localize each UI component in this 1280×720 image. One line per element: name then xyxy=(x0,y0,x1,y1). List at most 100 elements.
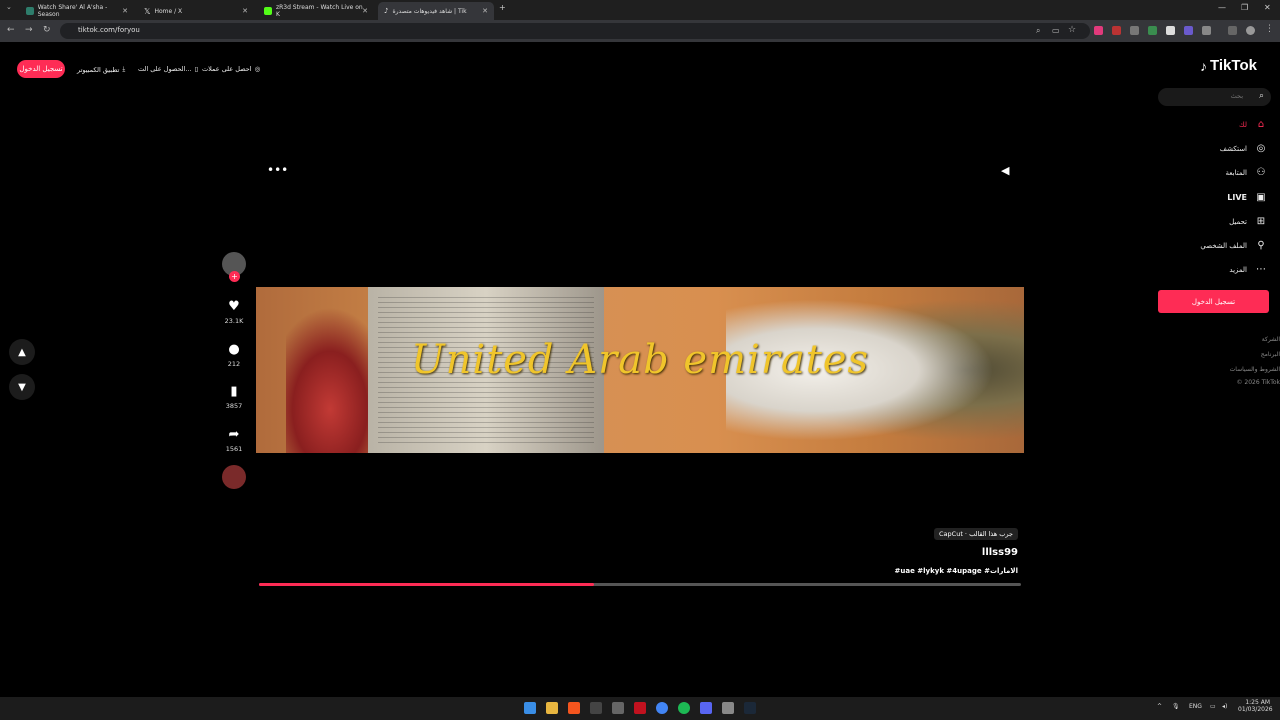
capcut-template-badge[interactable]: CapCut · جرب هذا القالب xyxy=(934,528,1018,540)
nav-item-live[interactable]: LIVE ▣ xyxy=(1227,192,1267,203)
app-icon[interactable] xyxy=(612,702,624,714)
extensions-puzzle-icon[interactable] xyxy=(1202,26,1211,35)
steam-icon[interactable] xyxy=(744,702,756,714)
menu-kebab-icon[interactable]: ⋮ xyxy=(1265,24,1274,34)
back-icon[interactable]: ← xyxy=(7,25,15,35)
browser-tab-bar: ⌄ Watch Share' Al A'sha - Season ✕ 𝕏 Hom… xyxy=(0,0,1280,20)
like-action[interactable]: ♥ 23.1K xyxy=(221,295,247,326)
extension-icon[interactable] xyxy=(1184,26,1193,35)
tray-chevron-icon[interactable]: ^ xyxy=(1157,703,1162,710)
login-button-sidebar[interactable]: تسجيل الدخول xyxy=(1158,290,1269,313)
extension-icon[interactable] xyxy=(1130,26,1139,35)
nav-item-profile[interactable]: الملف الشخصي ⚲ xyxy=(1200,240,1267,251)
nav-item-more[interactable]: المزيد ⋯ xyxy=(1229,264,1267,275)
music-disc[interactable] xyxy=(221,465,247,489)
share-action[interactable]: ➦ 1561 xyxy=(221,423,247,454)
search-icon[interactable]: ⌕ xyxy=(1259,91,1264,101)
extension-icon[interactable] xyxy=(1112,26,1121,35)
tab-search-icon[interactable]: ⌄ xyxy=(6,3,12,11)
get-coins-link[interactable]: احصل على عملات ◎ xyxy=(202,65,260,73)
avatar-icon[interactable] xyxy=(1246,26,1255,35)
next-video-button[interactable]: ▼ xyxy=(9,374,35,400)
follow-plus-icon[interactable]: + xyxy=(229,271,240,282)
creator-avatar[interactable]: + xyxy=(221,252,247,282)
close-window-icon[interactable]: ✕ xyxy=(1264,3,1271,12)
previous-video-button[interactable]: ▲ xyxy=(9,339,35,365)
login-button-top[interactable]: تسجيل الدخول xyxy=(17,60,65,78)
app-icon[interactable] xyxy=(590,702,602,714)
share-arrow-icon[interactable]: ➦ xyxy=(221,423,247,445)
address-bar[interactable]: tiktok.com/foryou xyxy=(60,23,1090,39)
search-input[interactable]: بحث ⌕ xyxy=(1158,88,1271,106)
maximize-icon[interactable]: ❐ xyxy=(1241,3,1248,12)
footer-company-link[interactable]: الشركة xyxy=(1262,336,1280,343)
browser-tab[interactable]: zR3d Stream - Watch Live on K ✕ xyxy=(258,2,374,20)
network-icon[interactable]: ▭ xyxy=(1210,703,1216,710)
cast-icon[interactable]: ▭ xyxy=(1052,26,1060,35)
app-icon[interactable] xyxy=(722,702,734,714)
video-more-options-icon[interactable]: ••• xyxy=(267,163,288,177)
nav-label: المتابعة xyxy=(1225,168,1247,177)
footer-copyright: © 2026 TikTok xyxy=(1236,379,1280,386)
app-icon[interactable] xyxy=(634,702,646,714)
extension-icon[interactable] xyxy=(1166,26,1175,35)
save-action[interactable]: ▮ 3857 xyxy=(221,380,247,411)
chevron-down-icon: ▼ xyxy=(18,381,26,393)
avatar[interactable]: + xyxy=(222,252,246,282)
browser-tab-active[interactable]: ♪ شاهد فيديوهات متصدرة | Tik ✕ xyxy=(378,2,494,20)
nav-item-following[interactable]: المتابعة ⚇ xyxy=(1226,167,1267,178)
url-text: tiktok.com/foryou xyxy=(78,26,140,34)
close-tab-icon[interactable]: ✕ xyxy=(122,7,128,15)
forward-icon[interactable]: → xyxy=(25,25,33,35)
close-tab-icon[interactable]: ✕ xyxy=(242,7,248,15)
clock[interactable]: 1:25 AM 01/03/2026 xyxy=(1238,699,1273,713)
reload-icon[interactable]: ↻ xyxy=(43,25,51,35)
volume-icon[interactable]: ◀ xyxy=(1001,164,1009,177)
video-hashtags[interactable]: #uae #lykyk #4upage #الامارات xyxy=(895,567,1018,575)
comment-icon[interactable]: ● xyxy=(221,338,247,360)
close-tab-icon[interactable]: ✕ xyxy=(482,7,488,15)
tiktok-logo[interactable]: ♪ TikTok xyxy=(1200,57,1257,74)
desktop-app-label: تطبيق الكمبيوتر xyxy=(77,65,120,74)
bookmark-icon[interactable]: ▮ xyxy=(221,380,247,402)
video-author[interactable]: lllss99 xyxy=(982,547,1018,558)
extension-icon[interactable] xyxy=(1094,26,1103,35)
file-explorer-icon[interactable] xyxy=(546,702,558,714)
footer-program-link[interactable]: البرنامج xyxy=(1261,351,1280,358)
profile-icon[interactable] xyxy=(1228,26,1237,35)
music-disc-icon[interactable] xyxy=(222,465,246,489)
brave-icon[interactable] xyxy=(568,702,580,714)
nav-item-foryou[interactable]: لك ⌂ xyxy=(1239,119,1267,130)
heart-icon[interactable]: ♥ xyxy=(221,295,247,317)
start-windows-icon[interactable] xyxy=(524,702,536,714)
nav-item-explore[interactable]: استكشف ◎ xyxy=(1220,143,1267,154)
mic-icon[interactable]: 🎙 xyxy=(1172,703,1180,710)
nav-label: LIVE xyxy=(1227,193,1247,202)
browser-tab[interactable]: Watch Share' Al A'sha - Season ✕ xyxy=(20,2,134,20)
get-app-link[interactable]: الحصول على الت... ▯ xyxy=(138,65,198,73)
volume-tray-icon[interactable]: ◂) xyxy=(1222,703,1227,710)
bookmark-star-icon[interactable]: ☆ xyxy=(1068,25,1076,35)
zoom-icon[interactable]: ⌕ xyxy=(1036,26,1040,36)
footer-terms-link[interactable]: الشروط والسياسات xyxy=(1230,366,1280,373)
comment-action[interactable]: ● 212 xyxy=(221,338,247,369)
save-count: 3857 xyxy=(225,402,243,410)
discord-icon[interactable] xyxy=(700,702,712,714)
language-indicator[interactable]: ENG xyxy=(1189,703,1202,710)
spotify-icon[interactable] xyxy=(678,702,690,714)
nav-label: استكشف xyxy=(1219,144,1247,153)
close-tab-icon[interactable]: ✕ xyxy=(362,7,368,15)
compass-icon: ◎ xyxy=(1256,143,1266,154)
video-progress-fill xyxy=(259,583,595,586)
new-tab-button[interactable]: + xyxy=(499,3,506,12)
minimize-icon[interactable]: — xyxy=(1218,3,1226,12)
extension-icon[interactable] xyxy=(1148,26,1157,35)
video-progress-bar[interactable] xyxy=(259,583,1021,586)
chrome-icon[interactable] xyxy=(656,702,668,714)
tab-title: Watch Share' Al A'sha - Season xyxy=(37,4,108,18)
tiktok-note-icon: ♪ xyxy=(1200,57,1207,74)
video-frame[interactable]: United Arab emirates xyxy=(256,287,1024,453)
nav-item-upload[interactable]: تحميل ⊞ xyxy=(1229,216,1267,227)
desktop-app-link[interactable]: تطبيق الكمبيوتر ⤓ xyxy=(77,65,125,74)
browser-tab[interactable]: 𝕏 Home / X ✕ xyxy=(138,2,254,20)
